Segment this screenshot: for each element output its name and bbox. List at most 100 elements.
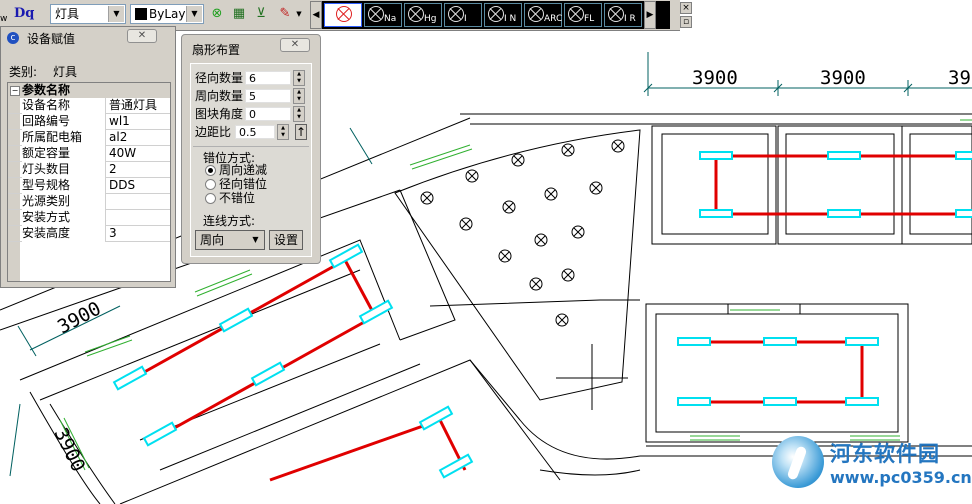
fan-layout-dialog: 扇形布置 ✕ 径向数量 6 ▲ ▼ 周向数量 5 ▲ ▼ 图块角度 0 ▲ ▼ 边距比…: [181, 34, 321, 264]
edge-ratio-spinner[interactable]: ▲ ▼: [277, 124, 289, 140]
lamp-symbol: [561, 143, 575, 157]
property-value[interactable]: 40W: [109, 146, 136, 161]
circ-count-input[interactable]: 5: [245, 89, 291, 103]
radio-button[interactable]: [205, 165, 216, 176]
symbol-button[interactable]: Hg: [404, 3, 442, 27]
pick-button[interactable]: ↑: [295, 124, 307, 140]
property-row[interactable]: 光源类别: [8, 194, 170, 210]
edge-ratio-input[interactable]: 0.5: [235, 125, 275, 139]
property-value[interactable]: wl1: [109, 114, 130, 129]
property-row[interactable]: 回路编号 wl1: [8, 114, 170, 130]
property-value[interactable]: al2: [109, 130, 127, 145]
property-row[interactable]: 安装高度 3: [8, 226, 170, 242]
property-key: 型号规格: [22, 178, 106, 194]
stagger-option-label: 径向错位: [219, 177, 268, 191]
property-value[interactable]: 2: [109, 162, 117, 177]
symbol-subscript: Na: [384, 14, 397, 24]
property-key: 回路编号: [22, 114, 106, 130]
symbol-subscript: I N: [504, 14, 517, 24]
lamp-symbol: [465, 169, 479, 183]
lamp-icon: [368, 6, 384, 22]
symbol-button[interactable]: Na: [364, 3, 402, 27]
crosshair-cursor: [556, 344, 628, 410]
symbol-subscript: Hg: [424, 14, 437, 24]
app-logo[interactable]: Dq: [14, 3, 48, 25]
watermark-url: www.pc0359.cn: [830, 468, 972, 487]
lamp-symbol: [502, 200, 516, 214]
chevron-down-icon[interactable]: ▼: [294, 5, 304, 23]
radial-count-spinner[interactable]: ▲ ▼: [293, 70, 305, 86]
scroll-right-button[interactable]: ▶: [644, 1, 656, 29]
property-row[interactable]: 型号规格 DDS: [8, 178, 170, 194]
symbol-button[interactable]: ARC: [524, 3, 562, 27]
connect-mode-combo[interactable]: 周向 ▼: [195, 230, 265, 250]
symbol-button[interactable]: I: [444, 3, 482, 27]
property-value[interactable]: 3: [109, 226, 117, 241]
symbol-subscript: FL: [584, 14, 595, 24]
property-key: 额定容量: [22, 146, 106, 162]
symbol-button[interactable]: I N: [484, 3, 522, 27]
chevron-down-icon[interactable]: ▼: [108, 6, 124, 22]
category-value: 灯具: [53, 65, 78, 79]
property-value[interactable]: DDS: [109, 178, 135, 193]
symbol-button[interactable]: I R: [604, 3, 642, 27]
chevron-down-icon[interactable]: ▼: [248, 232, 263, 248]
chevron-down-icon[interactable]: ▼: [186, 6, 202, 22]
lamp-symbol: [571, 225, 585, 239]
grid-icon[interactable]: ▦: [230, 5, 248, 23]
property-row[interactable]: 设备名称 普通灯具: [8, 98, 170, 114]
lamp-symbol: [544, 187, 558, 201]
lamp-icon: [448, 6, 464, 22]
dimension-label: 3900: [54, 298, 105, 339]
dialog-body: 径向数量 6 ▲ ▼ 周向数量 5 ▲ ▼ 图块角度 0 ▲ ▼ 边距比 0.5 ▲ ▼…: [190, 63, 312, 257]
category-row: 类别: 灯具: [9, 63, 77, 80]
lamp-symbol: [459, 217, 473, 231]
close-button[interactable]: ✕: [127, 29, 157, 43]
collapse-icon[interactable]: −: [10, 86, 20, 96]
symbol-type-value: 灯具: [55, 7, 80, 21]
settings-button[interactable]: 设置: [269, 230, 303, 250]
connect-mode-value: 周向: [200, 233, 225, 247]
dimension-label: 3900: [50, 425, 90, 476]
circ-count-spinner[interactable]: ▲ ▼: [293, 88, 305, 104]
lamp-symbol: [534, 233, 548, 247]
dialog-title: 扇形布置: [192, 43, 241, 57]
property-row[interactable]: 所属配电箱 al2: [8, 130, 170, 146]
lamp-icon: [408, 6, 424, 22]
radio-button[interactable]: [205, 193, 216, 204]
layer-combo[interactable]: ByLaye ▼: [130, 4, 204, 24]
panel-titlebar[interactable]: c 设备赋值 ✕: [1, 27, 175, 49]
close-button[interactable]: ✕: [280, 38, 310, 52]
property-row[interactable]: 额定容量 40W: [8, 146, 170, 162]
lamp-symbol: [561, 268, 575, 282]
panel-app-icon: c: [7, 32, 19, 44]
property-row[interactable]: 安装方式: [8, 210, 170, 226]
window-restore-button[interactable]: ▫: [680, 16, 692, 28]
lamp-symbol: [611, 139, 625, 153]
property-row[interactable]: 灯头数目 2: [8, 162, 170, 178]
property-grid: − 参数名称 设备名称 普通灯具 回路编号 wl1 所属配电箱 al2 额定容量 40W 灯头数…: [7, 82, 171, 282]
underline-tool-icon[interactable]: ⊻: [252, 5, 270, 23]
property-group-header[interactable]: − 参数名称: [8, 83, 170, 98]
property-value[interactable]: 普通灯具: [109, 98, 157, 113]
stagger-option-label: 周向递减: [219, 163, 268, 177]
symbol-type-combo[interactable]: 灯具 ▼: [50, 4, 126, 24]
symbol-subscript: I R: [624, 14, 636, 24]
property-group-label: 参数名称: [22, 83, 71, 97]
radio-button[interactable]: [205, 179, 216, 190]
symbol-strip: ◀ Na Hg I I N ARC FL I R ▶: [310, 1, 670, 29]
green-circle-icon[interactable]: ⊗: [208, 5, 226, 23]
block-angle-spinner[interactable]: ▲ ▼: [293, 106, 305, 122]
symbol-subscript: ARC: [544, 14, 563, 24]
window-close-button[interactable]: ×: [680, 2, 692, 14]
radial-count-input[interactable]: 6: [245, 71, 291, 85]
block-angle-input[interactable]: 0: [245, 107, 291, 121]
paint-icon[interactable]: ✎: [276, 5, 294, 23]
symbol-button[interactable]: [324, 3, 362, 27]
panel-title: 设备赋值: [27, 32, 76, 46]
symbol-button[interactable]: FL: [564, 3, 602, 27]
category-label: 类别:: [9, 65, 38, 79]
scroll-left-button[interactable]: ◀: [310, 1, 322, 29]
color-swatch: [135, 8, 147, 20]
symbol-subscript: I: [464, 14, 467, 24]
